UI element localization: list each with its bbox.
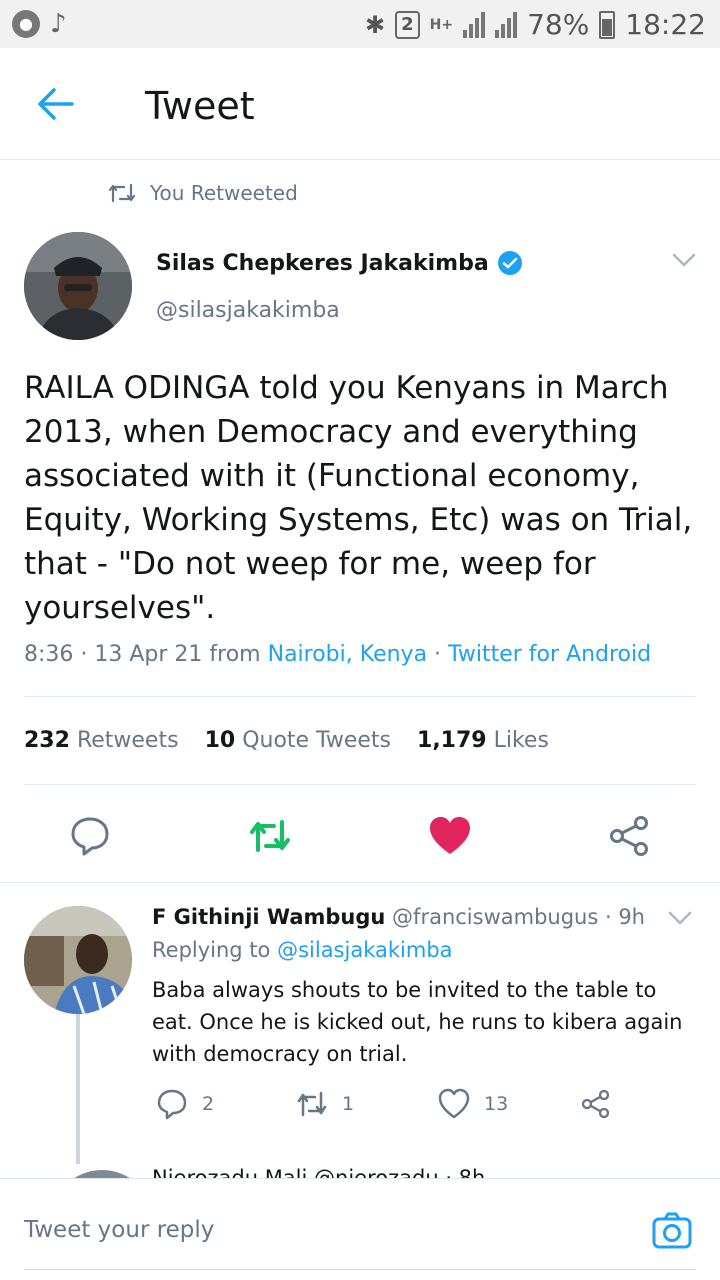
reply-author-avatar[interactable] [24,906,132,1014]
reply-author-photo [24,906,132,1014]
reply-action-bar: 2 1 13 [152,1088,632,1124]
reply-icon-small [157,1089,187,1120]
verified-badge-icon [497,251,522,275]
author-photo [24,232,132,340]
media-notification-icon: ● [12,10,40,38]
reply-text: Baba always shouts to be invited to the … [152,978,683,1066]
share-icon-small [581,1089,610,1119]
clock: 18:22 [625,8,706,41]
share-icon[interactable] [608,814,652,858]
section-divider [0,882,720,883]
page-title: Tweet [145,84,255,128]
replying-to-handle[interactable]: @silasjakakimba [277,938,452,962]
battery-icon [599,10,616,39]
quotes-count: 10 [204,728,236,753]
retweet-icon[interactable] [248,814,292,858]
reply-retweet-count: 1 [342,1093,355,1115]
music-note-icon: ♪ [50,9,67,39]
sim-badge: 2 [395,10,420,39]
heart-outline-icon [438,1088,470,1119]
reply-input[interactable]: Tweet your reply [24,1217,214,1243]
reply-composer-bar: Tweet your reply [0,1178,720,1280]
network-type: H+ [429,16,454,33]
reply-input-underline [24,1269,696,1270]
replying-to-prefix: Replying to [152,938,278,962]
likes-count: 1,179 [417,728,487,753]
meta-separator: · [427,642,449,667]
reply-icon[interactable] [68,814,112,858]
divider [24,696,696,697]
bluetooth-icon: ✱ [364,10,386,39]
reply-header[interactable]: F Githinji Wambugu @franciswambugus · 9h [152,905,645,929]
author-name[interactable]: Silas Chepkeres Jakakimba [156,251,489,276]
camera-icon[interactable] [652,1211,692,1251]
back-arrow-icon[interactable] [36,86,76,122]
retweets-count: 232 [24,728,70,753]
chevron-down-icon[interactable] [672,252,696,268]
likes-label: Likes [493,728,549,753]
reply-chevron-down-icon[interactable] [668,910,692,926]
reply-author-name[interactable]: F Githinji Wambugu [152,905,385,929]
retweets-stat[interactable]: 232 Retweets [24,728,179,753]
battery-percent: 78% [527,8,590,41]
tweet-timestamp: 8:36 · 13 Apr 21 from [24,642,268,667]
tweet-location-link[interactable]: Nairobi, Kenya [268,642,427,667]
reply-retweet-action[interactable]: 1 [296,1088,354,1120]
retweet-context-label: You Retweeted [150,181,298,205]
quotes-label: Quote Tweets [242,728,392,753]
author-avatar[interactable] [24,232,132,340]
status-bar: ● ♪ ✱ 2 H+ 78% 18:22 [0,0,720,48]
reply-reply-action[interactable]: 2 [156,1088,214,1120]
tweet-source-link[interactable]: Twitter for Android [448,642,651,667]
tweet-action-bar [0,806,720,866]
reply-handle-time: @franciswambugus · 9h [385,905,645,929]
reply-share-action[interactable] [580,1088,612,1120]
replying-to: Replying to @silasjakakimba [152,938,453,962]
tweet-text: RAILA ODINGA told you Kenyans in March 2… [24,370,693,626]
thread-connector [76,1014,80,1164]
retweet-icon-small [297,1091,327,1117]
retweets-label: Retweets [76,728,179,753]
signal-icon-2 [495,11,518,38]
reply-like-action[interactable]: 13 [438,1088,508,1120]
tweet-stats: 232 Retweets 10 Quote Tweets 1,179 Likes [24,728,549,753]
tweet-meta: 8:36 · 13 Apr 21 from Nairobi, Kenya · T… [24,642,651,667]
reply-like-count: 13 [484,1093,509,1115]
like-heart-icon[interactable] [428,814,472,858]
quotes-stat[interactable]: 10 Quote Tweets [205,728,391,753]
divider [24,784,696,785]
top-app-bar: Tweet [0,48,720,160]
signal-icon [463,11,486,38]
likes-stat[interactable]: 1,179 Likes [417,728,549,753]
retweet-context: You Retweeted [108,181,298,205]
reply-reply-count: 2 [202,1093,215,1115]
retweet-small-icon [108,183,136,203]
author-handle[interactable]: @silasjakakimba [156,298,340,323]
author-name-row[interactable]: Silas Chepkeres Jakakimba [156,250,523,276]
